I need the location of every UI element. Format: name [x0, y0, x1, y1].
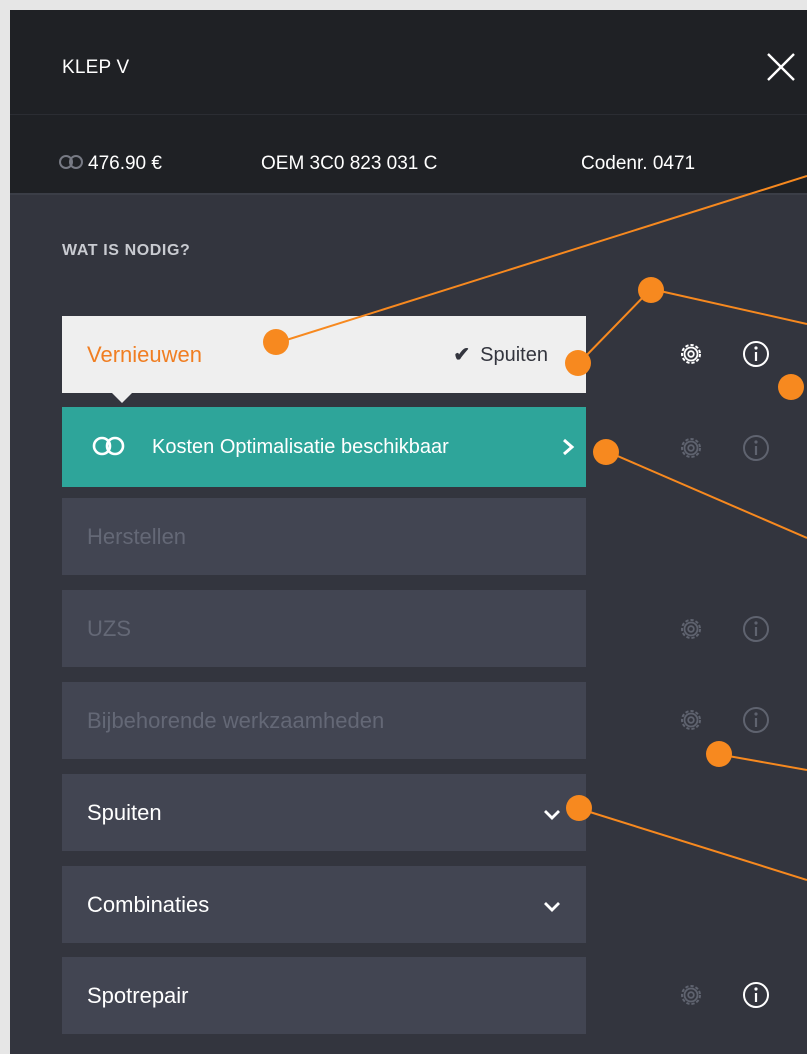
annotation-marker — [565, 350, 591, 376]
settings-icon — [677, 706, 705, 739]
annotation-marker — [263, 329, 289, 355]
annotation-marker — [706, 741, 732, 767]
info-icon[interactable] — [742, 340, 770, 373]
option-combinaties-label: Combinaties — [87, 892, 210, 917]
option-vernieuwen-label: Vernieuwen — [87, 342, 202, 367]
annotation-marker — [566, 795, 592, 821]
detail-panel: KLEP V 476.90 € OEM 3C0 823 031 C Codenr… — [10, 10, 807, 1054]
settings-icon — [677, 981, 705, 1014]
option-bijbehorende-label: Bijbehorende werkzaamheden — [87, 708, 385, 733]
option-uzs: UZS — [62, 590, 586, 667]
part-info-bar: 476.90 € OEM 3C0 823 031 C Codenr. 0471 — [10, 114, 807, 195]
close-icon[interactable] — [764, 50, 798, 84]
option-combinaties[interactable]: Combinaties — [62, 866, 586, 943]
settings-icon — [677, 615, 705, 648]
option-spotrepair[interactable]: Spotrepair — [62, 957, 586, 1034]
chevron-down-icon[interactable] — [542, 802, 562, 828]
info-icon[interactable] — [742, 981, 770, 1014]
info-icon — [742, 434, 770, 467]
spuiten-toggle-label: Spuiten — [480, 344, 548, 366]
spuiten-toggle[interactable]: ✔ Spuiten — [453, 342, 548, 367]
annotation-marker — [778, 374, 804, 400]
option-spotrepair-label: Spotrepair — [87, 983, 189, 1008]
option-herstellen: Herstellen — [62, 498, 586, 575]
cost-optimization-banner[interactable]: Kosten Optimalisatie beschikbaar — [62, 407, 586, 487]
option-bijbehorende-werkzaamheden: Bijbehorende werkzaamheden — [62, 682, 586, 759]
part-title: KLEP V — [62, 57, 130, 78]
active-pointer — [112, 393, 132, 403]
section-heading: WAT IS NODIG? — [62, 242, 191, 259]
annotation-marker — [593, 439, 619, 465]
code-number: Codenr. 0471 — [581, 153, 696, 174]
settings-icon — [677, 434, 705, 467]
oem-number: OEM 3C0 823 031 C — [261, 153, 438, 174]
cost-optimization-icon — [59, 153, 85, 177]
cost-optimization-icon — [92, 435, 126, 463]
price-value: 476.90 € — [88, 153, 162, 174]
info-icon — [742, 615, 770, 648]
panel-header: KLEP V — [10, 10, 807, 114]
option-spuiten[interactable]: Spuiten — [62, 774, 586, 851]
annotation-marker — [638, 277, 664, 303]
cost-optimization-label: Kosten Optimalisatie beschikbaar — [152, 436, 449, 458]
option-vernieuwen[interactable]: Vernieuwen ✔ Spuiten — [62, 316, 586, 403]
check-icon: ✔ — [453, 344, 471, 366]
info-icon — [742, 706, 770, 739]
option-spuiten-label: Spuiten — [87, 800, 162, 825]
option-uzs-label: UZS — [87, 616, 131, 641]
chevron-down-icon[interactable] — [542, 894, 562, 920]
chevron-right-icon — [561, 437, 575, 463]
settings-icon[interactable] — [677, 340, 705, 373]
option-herstellen-label: Herstellen — [87, 524, 187, 549]
